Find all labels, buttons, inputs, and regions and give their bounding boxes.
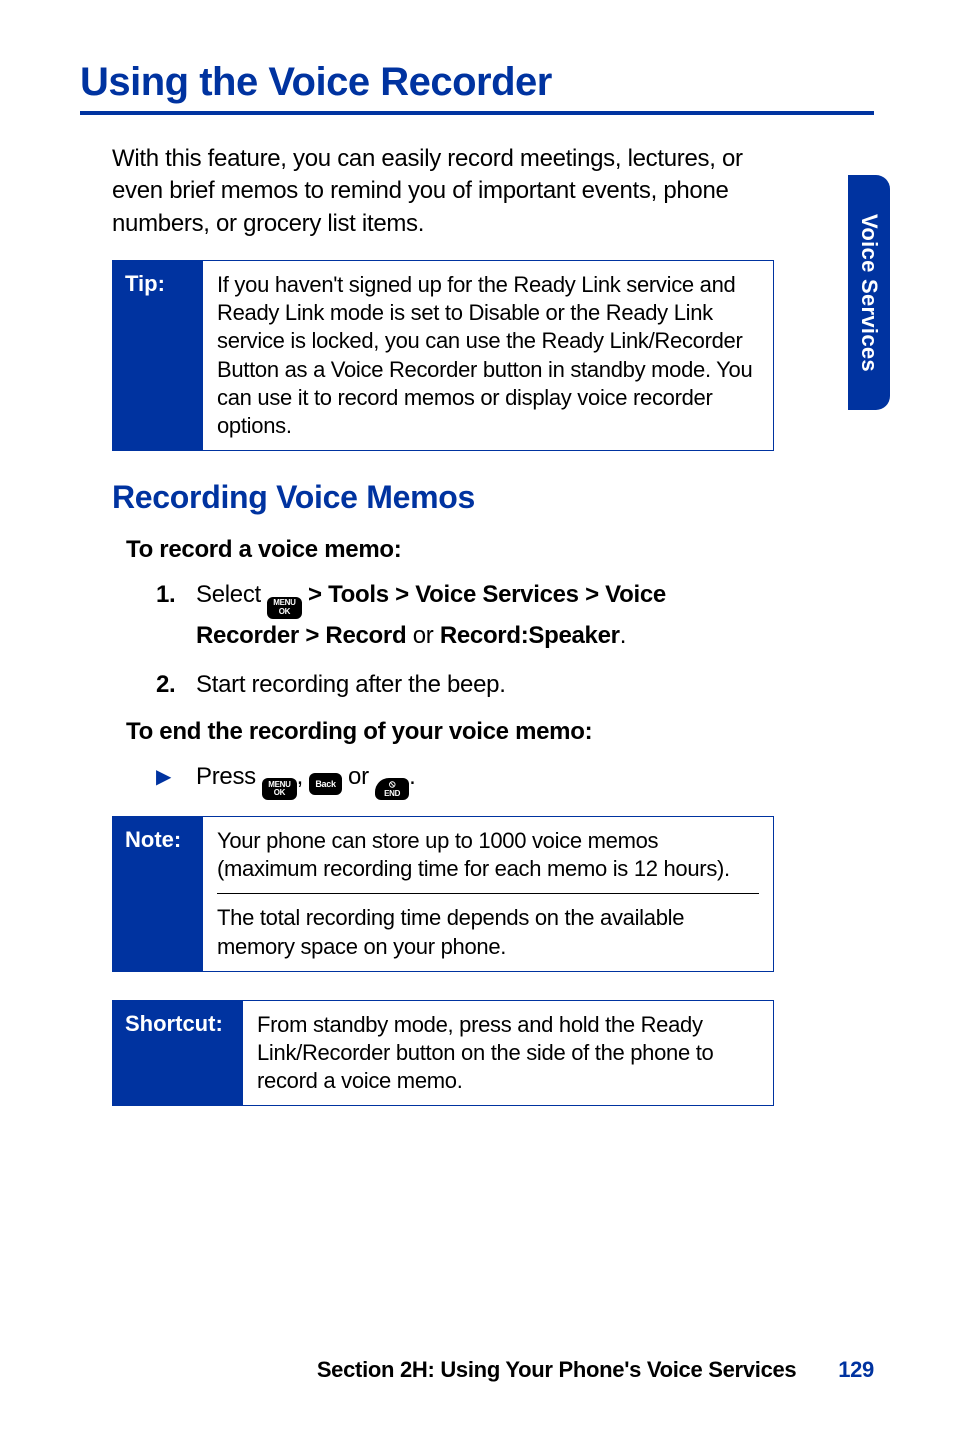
press-step: ▶ Press MENUOK, Back or ⦸END.	[156, 760, 754, 800]
page-title: Using the Voice Recorder	[80, 60, 874, 115]
note-divider	[217, 893, 759, 894]
menu-ok-key-icon: MENUOK	[267, 597, 301, 619]
footer-text: Section 2H: Using Your Phone's Voice Ser…	[317, 1357, 797, 1382]
shortcut-callout: Shortcut: From standby mode, press and h…	[112, 1000, 774, 1106]
shortcut-body: From standby mode, press and hold the Re…	[243, 1001, 773, 1105]
note-text-2: The total recording time depends on the …	[217, 904, 759, 960]
page: Voice Services Using the Voice Recorder …	[0, 0, 954, 1431]
end-key-icon: ⦸END	[375, 778, 409, 800]
press-sep1: ,	[297, 763, 310, 790]
intro-paragraph: With this feature, you can easily record…	[112, 143, 754, 240]
back-key-icon: Back	[309, 773, 341, 795]
shortcut-label: Shortcut:	[113, 1001, 243, 1105]
instruction-heading-2: To end the recording of your voice memo:	[126, 718, 874, 746]
side-tab-label: Voice Services	[856, 214, 882, 372]
side-tab: Voice Services	[848, 175, 890, 410]
step1-alt: Record:Speaker	[440, 622, 620, 649]
note-body: Your phone can store up to 1000 voice me…	[203, 817, 773, 971]
step-2: 2. Start recording after the beep.	[156, 668, 754, 702]
tip-body: If you haven't signed up for the Ready L…	[203, 261, 773, 450]
instruction-heading-1: To record a voice memo:	[126, 536, 874, 564]
step-number: 2.	[156, 668, 196, 702]
step-content: Start recording after the beep.	[196, 668, 754, 702]
tip-label: Tip:	[113, 261, 203, 450]
step1-lead: Select	[196, 581, 267, 608]
menu-ok-key-icon: MENUOK	[262, 778, 296, 800]
note-label: Note:	[113, 817, 203, 971]
press-sep2: or	[342, 763, 375, 790]
step1-tail: .	[620, 622, 626, 649]
step1-or: or	[406, 622, 439, 649]
section-heading: Recording Voice Memos	[112, 479, 874, 516]
note-callout: Note: Your phone can store up to 1000 vo…	[112, 816, 774, 972]
note-text-1: Your phone can store up to 1000 voice me…	[217, 827, 759, 883]
page-number: 129	[838, 1357, 874, 1382]
step-number: 1.	[156, 578, 196, 652]
step-1: 1. Select MENUOK > Tools > Voice Service…	[156, 578, 754, 652]
press-content: Press MENUOK, Back or ⦸END.	[196, 760, 754, 800]
press-tail: .	[409, 763, 415, 790]
triangle-bullet-icon: ▶	[156, 760, 196, 800]
press-lead: Press	[196, 763, 262, 790]
tip-callout: Tip: If you haven't signed up for the Re…	[112, 260, 774, 451]
step-content: Select MENUOK > Tools > Voice Services >…	[196, 578, 754, 652]
page-footer: Section 2H: Using Your Phone's Voice Ser…	[317, 1357, 874, 1383]
